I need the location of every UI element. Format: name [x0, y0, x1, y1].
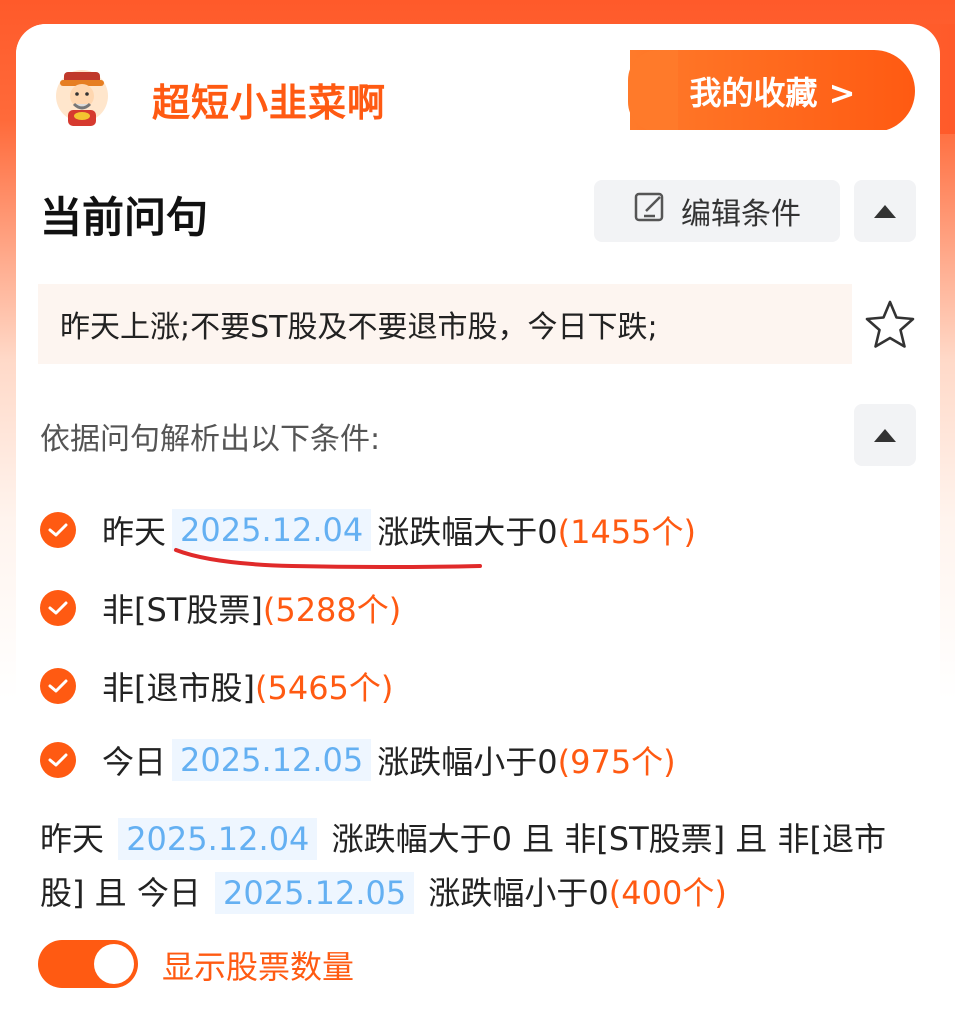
edit-conditions-button[interactable]: 编辑条件 [594, 180, 840, 242]
query-text-box[interactable]: 昨天上涨;不要ST股及不要退市股，今日下跌; [38, 284, 852, 364]
condition-pre: 非[ST股票] [102, 591, 263, 629]
condition-count: (5465个) [254, 669, 394, 707]
summary-text: 昨天 [40, 820, 105, 858]
check-icon[interactable] [40, 668, 76, 704]
collapse-conditions-button[interactable] [854, 404, 916, 466]
condition-count: (975个) [557, 743, 676, 781]
brand-name: 超短小韭菜啊 [152, 81, 387, 125]
condition-pre: 今日 [102, 743, 167, 781]
condition-post: 涨跌幅小于0 [377, 743, 558, 781]
condition-count: (5288个) [262, 591, 402, 629]
check-icon[interactable] [40, 742, 76, 778]
collapse-up-icon [874, 204, 896, 218]
collapse-up-icon [874, 428, 896, 442]
basis-label: 依据问句解析出以下条件: [40, 422, 381, 457]
query-text: 昨天上涨;不要ST股及不要退市股，今日下跌; [60, 310, 658, 345]
condition-item: 非[退市股] (5465个) [40, 660, 393, 712]
show-count-label: 显示股票数量 [162, 948, 355, 986]
hand-drawn-underline [174, 548, 482, 569]
combined-condition-summary: 昨天 2025.12.04 涨跌幅大于0 且 非[ST股票] 且 非[退市股] … [40, 812, 900, 920]
collapse-query-button[interactable] [854, 180, 916, 242]
condition-item: 非[ST股票] (5288个) [40, 582, 401, 634]
condition-date[interactable]: 2025.12.05 [172, 739, 372, 781]
avatar-icon [50, 66, 114, 130]
condition-item: 今日 2025.12.05 涨跌幅小于0 (975个) [40, 734, 676, 786]
summary-count: (400个) [608, 874, 727, 912]
condition-pre: 昨天 [102, 513, 167, 551]
summary-date[interactable]: 2025.12.04 [118, 818, 318, 860]
summary-text: 涨跌幅小于0 [428, 874, 609, 912]
edit-conditions-label: 编辑条件 [681, 197, 801, 232]
condition-count: (1455个) [557, 513, 697, 551]
section-title: 当前问句 [40, 193, 209, 242]
check-icon[interactable] [40, 512, 76, 548]
edit-icon [633, 190, 667, 232]
star-icon[interactable] [862, 298, 918, 352]
favorites-button[interactable]: 我的收藏 > [628, 50, 915, 132]
toggle-knob [94, 944, 134, 984]
show-count-toggle[interactable] [38, 940, 138, 988]
check-icon[interactable] [40, 590, 76, 626]
favorites-button-label: 我的收藏 > [689, 74, 856, 112]
summary-date[interactable]: 2025.12.05 [215, 872, 415, 914]
condition-pre: 非[退市股] [102, 669, 255, 707]
